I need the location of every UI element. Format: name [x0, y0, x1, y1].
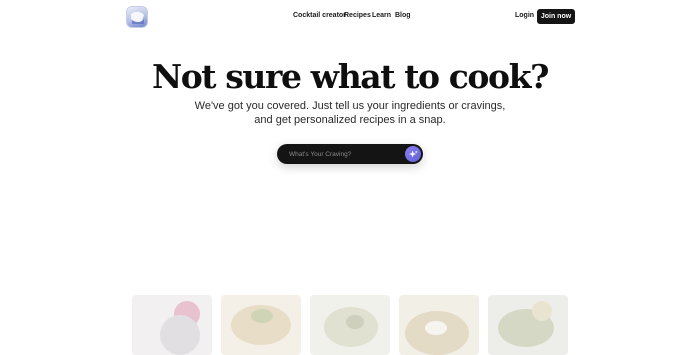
recipe-card-salad[interactable] — [310, 295, 390, 355]
hero-subtitle-line1: We've got you covered. Just tell us your… — [194, 100, 506, 112]
recipe-card-bowl[interactable] — [399, 295, 479, 355]
nav-link-recipes[interactable]: Recipes — [344, 12, 371, 19]
nav-link-blog[interactable]: Blog — [395, 12, 411, 19]
top-nav: Cocktail creator Recipes Learn Blog — [0, 12, 700, 24]
recipe-card-berries[interactable] — [132, 295, 212, 355]
craving-search-input[interactable] — [289, 148, 399, 160]
garnish-shape — [425, 321, 447, 335]
leaf-shape — [346, 315, 364, 329]
hero-title: Not sure what to cook? — [151, 57, 550, 96]
lemon-shape — [532, 301, 552, 321]
herb-shape — [251, 309, 273, 323]
recipe-card-herbs[interactable] — [488, 295, 568, 355]
join-now-button[interactable]: Join now — [537, 9, 575, 24]
login-link[interactable]: Login — [515, 12, 534, 19]
recipe-card-pasta[interactable] — [221, 295, 301, 355]
search-submit-button[interactable] — [405, 146, 421, 162]
sparkle-icon — [408, 149, 418, 158]
nav-link-cocktail-creator[interactable]: Cocktail creator — [293, 12, 346, 19]
hero-subtitle: We've got you covered. Just tell us your… — [0, 99, 700, 127]
craving-search-bar — [277, 144, 423, 164]
hero-subtitle-line2: and get personalized recipes in a snap. — [254, 114, 446, 126]
nav-link-learn[interactable]: Learn — [372, 12, 391, 19]
plate-shape — [160, 315, 200, 355]
